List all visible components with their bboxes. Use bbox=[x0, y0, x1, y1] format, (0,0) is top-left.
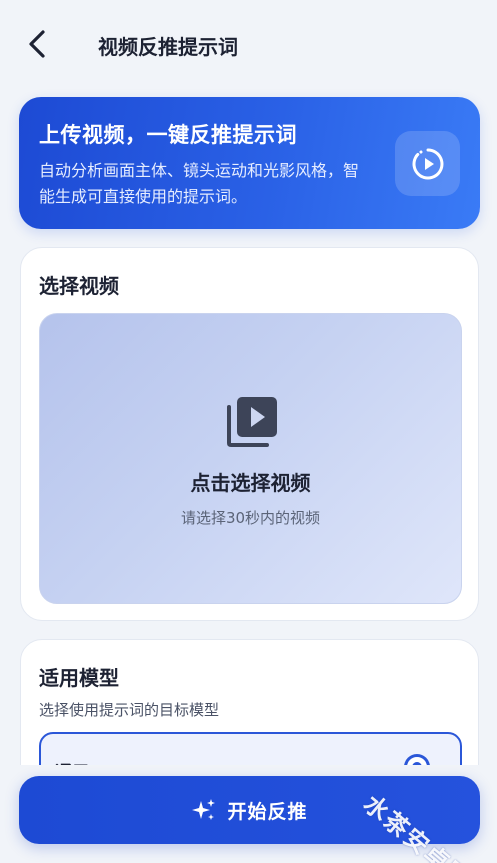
model-title: 适用模型 bbox=[39, 666, 119, 690]
page-title: 视频反推提示词 bbox=[98, 35, 238, 59]
video-picker[interactable]: 点击选择视频 请选择30秒内的视频 bbox=[39, 313, 462, 604]
play-circle-icon bbox=[412, 148, 443, 179]
hero-title: 上传视频，一键反推提示词 bbox=[39, 123, 297, 147]
drop-zone-hint: 请选择30秒内的视频 bbox=[180, 509, 321, 527]
select-video-card: 选择视频 点击选择视频 请选择30秒内的视频 bbox=[20, 247, 479, 621]
hero-description: 自动分析画面主体、镜头运动和光影风格，智能生成可直接使用的提示词。 bbox=[39, 161, 360, 206]
sparkle-icon bbox=[192, 799, 216, 820]
top-bar: 视频反推提示词 bbox=[0, 0, 497, 92]
drop-zone-title: 点击选择视频 bbox=[190, 471, 311, 495]
hero-icon-box bbox=[395, 131, 460, 196]
select-video-title: 选择视频 bbox=[39, 274, 119, 298]
hero-banner: 上传视频，一键反推提示词 自动分析画面主体、镜头运动和光影风格，智能生成可直接使… bbox=[19, 97, 480, 229]
chevron-left-icon bbox=[29, 30, 45, 58]
video-library-icon bbox=[227, 397, 277, 447]
model-subtitle: 选择使用提示词的目标模型 bbox=[39, 701, 220, 719]
back-button[interactable] bbox=[22, 28, 54, 60]
start-reverse-label: 开始反推 bbox=[227, 800, 308, 823]
